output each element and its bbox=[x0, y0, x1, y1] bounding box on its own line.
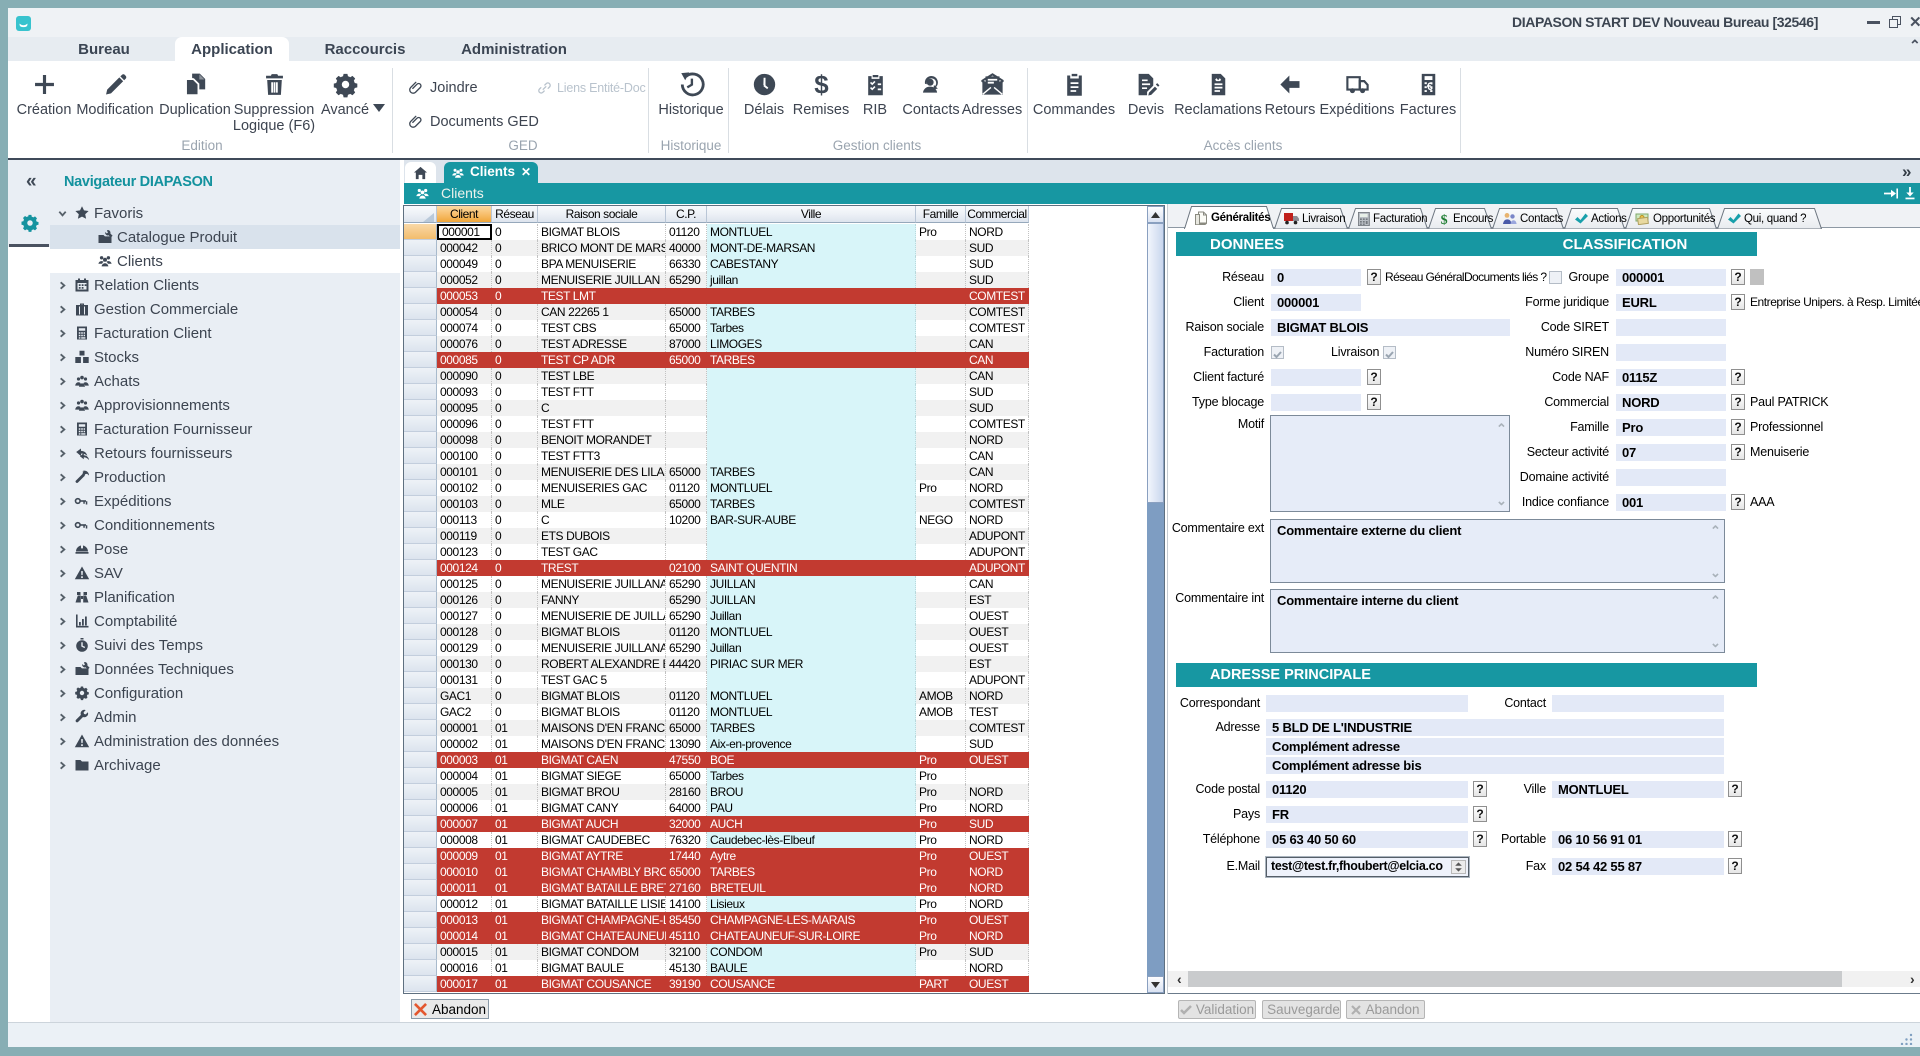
svg-text:$: $ bbox=[814, 72, 829, 99]
svg-text:€: € bbox=[1426, 81, 1432, 93]
svg-text:$: $ bbox=[1441, 213, 1448, 226]
